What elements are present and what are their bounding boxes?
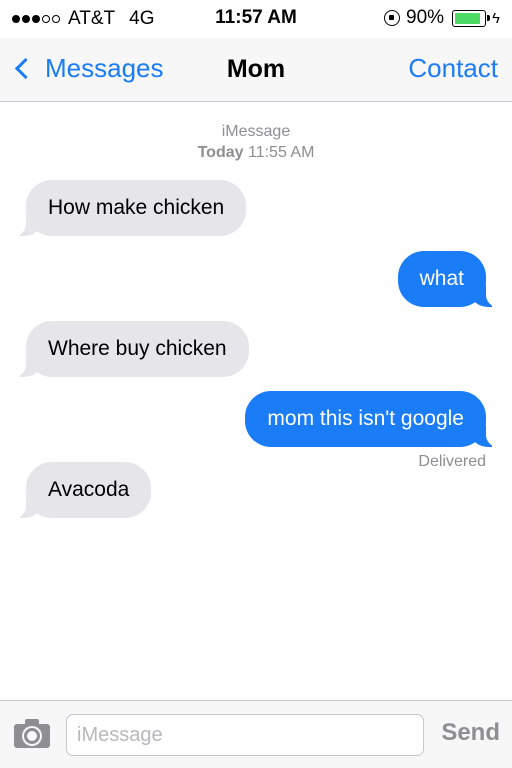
- message-bubble-incoming[interactable]: Where buy chicken: [12, 321, 249, 377]
- status-bar: AT&T 4G 11:57 AM 90% ϟ: [0, 0, 512, 38]
- contact-button[interactable]: Contact: [408, 53, 498, 84]
- chevron-left-icon: [14, 57, 37, 80]
- message-text: Where buy chicken: [48, 337, 227, 360]
- timestamp-day: Today: [197, 144, 244, 161]
- compose-bar: Send: [0, 700, 512, 768]
- service-label: iMessage: [221, 123, 291, 140]
- message-text: Avacoda: [48, 478, 130, 501]
- battery-level: [455, 12, 481, 24]
- delivery-status: Delivered: [418, 453, 486, 470]
- battery-percent: 90%: [406, 7, 445, 28]
- message-bubble-outgoing[interactable]: what: [397, 251, 501, 307]
- message-bubble-incoming[interactable]: Avacoda: [11, 462, 152, 518]
- message-input[interactable]: [66, 714, 424, 756]
- message-text: mom this isn't google: [267, 407, 464, 430]
- thread-header: iMessage Today 11:55 AM: [0, 121, 512, 163]
- message-bubble-incoming[interactable]: How make chicken: [11, 180, 247, 236]
- back-button[interactable]: Messages: [12, 53, 164, 84]
- conversation-title: Mom: [226, 55, 286, 83]
- battery-icon: [452, 9, 491, 27]
- message-thread[interactable]: iMessage Today 11:55 AM How make chicken…: [0, 103, 512, 700]
- timestamp: Today 11:55 AM: [0, 142, 512, 163]
- nav-bar: Messages Mom Contact: [0, 38, 512, 102]
- back-button-label: Messages: [45, 53, 164, 83]
- send-button[interactable]: Send: [441, 719, 500, 747]
- message-bubble-outgoing[interactable]: mom this isn't google: [245, 391, 500, 447]
- timestamp-time: 11:55 AM: [247, 144, 315, 161]
- camera-button[interactable]: [14, 719, 50, 748]
- message-text: what: [419, 267, 464, 290]
- camera-icon-lens: [24, 728, 40, 744]
- charging-bolt-icon: ϟ: [492, 9, 500, 27]
- rotation-lock-icon: [384, 10, 401, 26]
- status-right: 90% ϟ: [384, 7, 500, 29]
- message-text: How make chicken: [48, 196, 225, 219]
